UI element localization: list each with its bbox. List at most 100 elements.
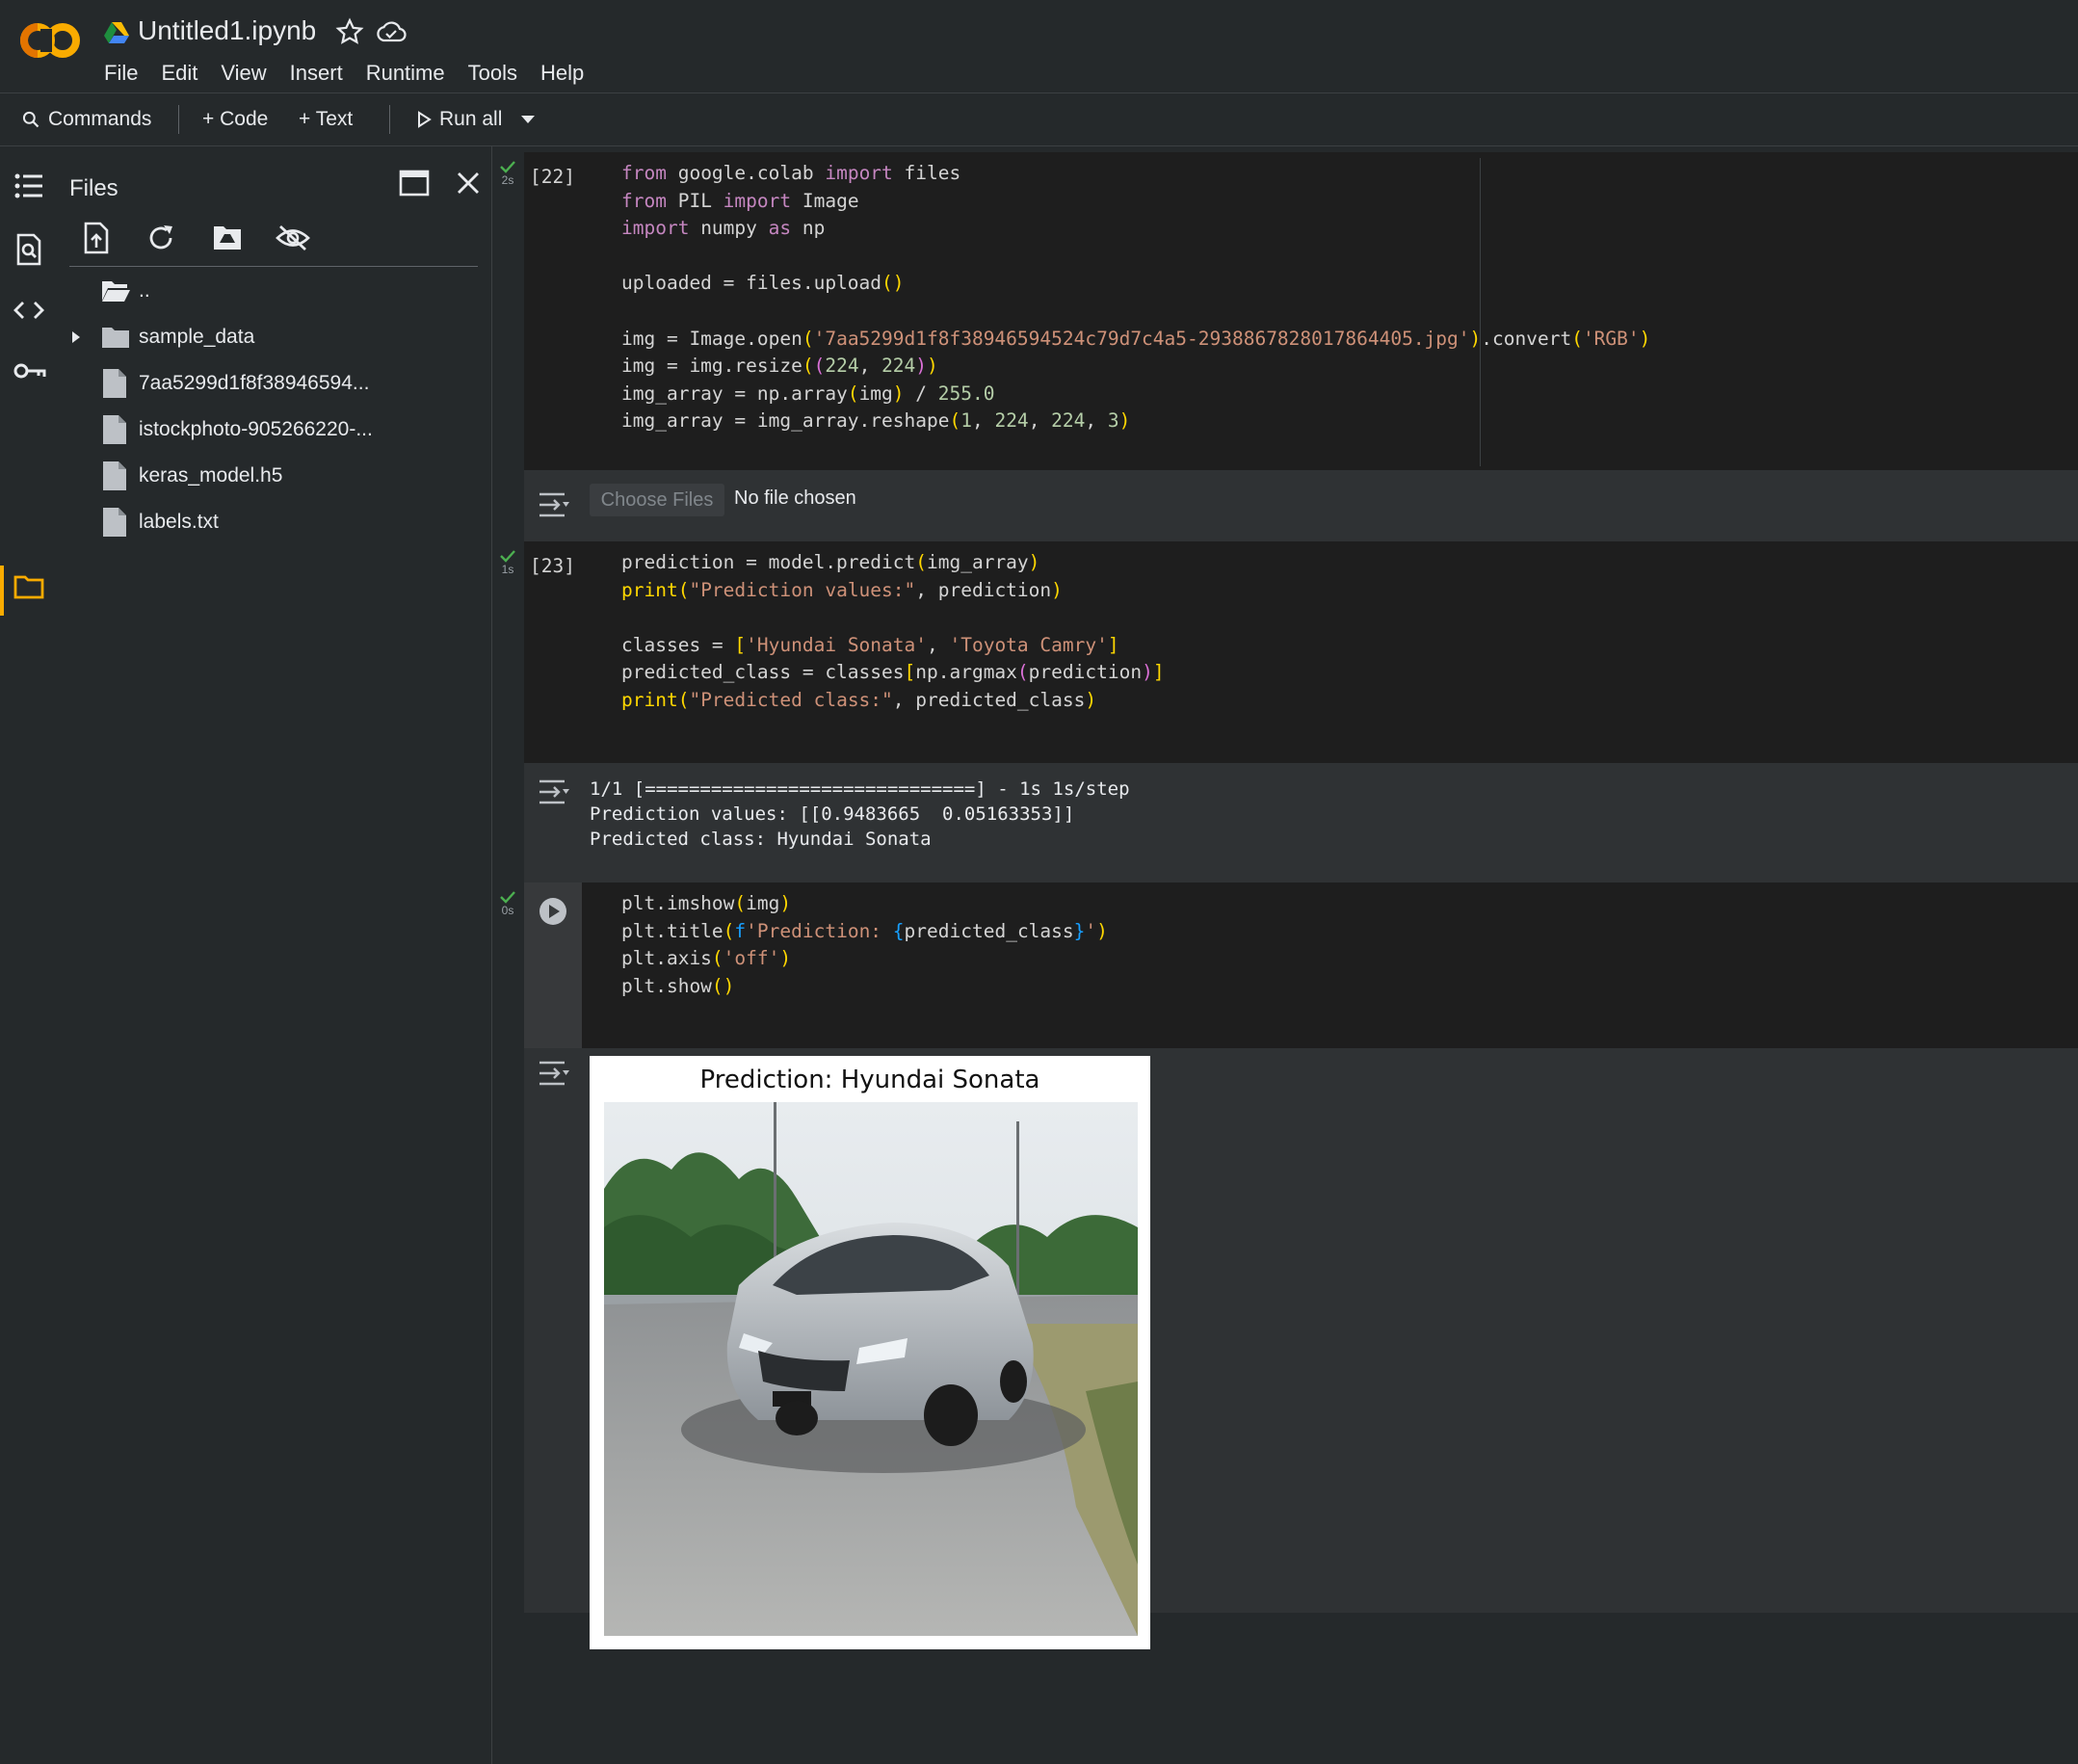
files-divider xyxy=(69,266,478,267)
menu-tools[interactable]: Tools xyxy=(457,60,529,87)
file-icon xyxy=(102,414,127,445)
file-item-sample-data[interactable]: sample_data xyxy=(60,318,484,356)
file-item-label: sample_data xyxy=(139,326,255,348)
open-folder-icon xyxy=(100,279,131,303)
commands-label: Commands xyxy=(48,108,152,130)
commands-button[interactable]: Commands xyxy=(21,93,151,145)
cell-status: 2s xyxy=(493,160,522,187)
check-icon xyxy=(500,891,515,904)
file-item-image[interactable]: 7aa5299d1f8f38946594... xyxy=(60,364,484,403)
stdout-text: 1/1 [==============================] - 1… xyxy=(590,777,1130,852)
side-rail xyxy=(0,146,60,1764)
files-panel-title: Files xyxy=(69,175,118,201)
hide-files-icon[interactable] xyxy=(276,224,310,252)
code-editor[interactable]: from google.colab import files from PIL … xyxy=(621,160,1650,435)
menu-help[interactable]: Help xyxy=(529,60,595,87)
code-cell[interactable]: 1s [23] prediction = model.predict(img_a… xyxy=(500,541,2078,763)
parent-dir-row[interactable]: .. xyxy=(60,272,484,310)
add-code-button[interactable]: + Code xyxy=(202,93,268,145)
file-chosen-status: No file chosen xyxy=(734,487,856,509)
search-icon xyxy=(22,111,39,128)
check-icon xyxy=(500,550,515,563)
exec-time: 2s xyxy=(501,173,514,187)
cloud-saved-icon[interactable] xyxy=(376,19,407,44)
notebook-title[interactable]: Untitled1.ipynb xyxy=(138,15,316,46)
code-snippets-icon[interactable] xyxy=(13,299,44,322)
refresh-icon[interactable] xyxy=(146,224,175,252)
exec-count: [22] xyxy=(530,166,575,188)
notebook: 2s [22] from google.colab import files f… xyxy=(493,146,2078,1764)
file-item-label: labels.txt xyxy=(139,511,219,533)
output-toggle-icon[interactable] xyxy=(538,778,570,805)
colab-logo[interactable] xyxy=(19,21,81,60)
choose-files-button[interactable]: Choose Files xyxy=(590,484,724,516)
file-item-label: istockphoto-905266220-... xyxy=(139,418,373,440)
exec-time: 0s xyxy=(501,904,514,917)
stdout-line: Predicted class: Hyundai Sonata xyxy=(590,829,932,850)
secrets-key-icon[interactable] xyxy=(13,360,46,382)
toolbar: Commands + Code + Text Run all xyxy=(0,93,2078,146)
run-all-label: Run all xyxy=(439,108,503,130)
run-cell-button[interactable] xyxy=(538,896,568,927)
file-icon xyxy=(102,461,127,491)
add-code-label: + Code xyxy=(202,108,269,130)
add-text-label: + Text xyxy=(299,108,354,130)
code-editor[interactable]: prediction = model.predict(img_array) pr… xyxy=(621,549,1165,715)
files-panel: Files .. sample_data 7aa5299d1f8f3894659… xyxy=(60,146,492,1764)
cell-status: 0s xyxy=(493,890,522,917)
caret-down-icon xyxy=(521,116,535,123)
folder-icon xyxy=(100,326,131,349)
menu-file[interactable]: File xyxy=(92,60,149,87)
stdout-line: Prediction values: [[0.9483665 0.0516335… xyxy=(590,803,1075,825)
ruler-line xyxy=(1480,158,1481,466)
upload-icon[interactable] xyxy=(83,222,110,254)
mount-drive-icon[interactable] xyxy=(212,224,243,252)
plot-figure: Prediction: Hyundai Sonata xyxy=(590,1056,1150,1649)
drive-icon xyxy=(104,21,129,44)
toolbar-divider xyxy=(178,105,179,134)
toolbar-divider xyxy=(389,105,390,134)
run-all-button[interactable]: Run all xyxy=(416,93,502,145)
code-cell[interactable]: 0s plt.imshow(img) plt.title(f'Predictio… xyxy=(500,882,2078,1048)
code-cell[interactable]: 2s [22] from google.colab import files f… xyxy=(500,152,2078,470)
file-item-labels[interactable]: labels.txt xyxy=(60,503,484,541)
play-icon xyxy=(418,111,432,128)
expand-arrow-icon[interactable] xyxy=(69,329,83,345)
car-image xyxy=(604,1102,1138,1636)
cell-output: Choose Files No file chosen xyxy=(524,470,2078,541)
star-icon[interactable] xyxy=(335,17,364,46)
file-item-istockphoto[interactable]: istockphoto-905266220-... xyxy=(60,410,484,449)
menu-insert[interactable]: Insert xyxy=(278,60,355,87)
run-all-dropdown[interactable] xyxy=(520,93,536,145)
menu-view[interactable]: View xyxy=(209,60,277,87)
file-icon xyxy=(102,507,127,538)
file-icon xyxy=(102,368,127,399)
menu-runtime[interactable]: Runtime xyxy=(355,60,457,87)
stdout-line: 1/1 [==============================] - 1… xyxy=(590,778,1130,800)
table-of-contents-icon[interactable] xyxy=(13,171,44,200)
file-item-label: keras_model.h5 xyxy=(139,464,283,487)
active-indicator xyxy=(0,566,4,616)
plot-title: Prediction: Hyundai Sonata xyxy=(699,1066,1040,1094)
run-cell-gutter xyxy=(524,882,582,1048)
parent-dir-label: .. xyxy=(139,279,150,302)
cell-output: Prediction: Hyundai Sonata xyxy=(524,1048,2078,1649)
cell-status: 1s xyxy=(493,549,522,576)
play-circle-icon xyxy=(539,898,566,925)
find-replace-icon[interactable] xyxy=(13,233,44,266)
check-icon xyxy=(500,161,515,173)
exec-time: 1s xyxy=(501,563,514,576)
menu-bar: File Edit View Insert Runtime Tools Help xyxy=(92,60,595,87)
close-icon[interactable] xyxy=(455,170,482,197)
open-in-tab-icon[interactable] xyxy=(399,170,430,197)
file-item-keras-model[interactable]: keras_model.h5 xyxy=(60,457,484,495)
output-toggle-icon[interactable] xyxy=(538,1060,570,1087)
code-editor[interactable]: plt.imshow(img) plt.title(f'Prediction: … xyxy=(621,890,1108,1000)
folder-icon[interactable] xyxy=(13,574,44,599)
cell-output: 1/1 [==============================] - 1… xyxy=(524,763,2078,882)
add-text-button[interactable]: + Text xyxy=(299,93,353,145)
output-toggle-icon[interactable] xyxy=(538,491,570,518)
menu-edit[interactable]: Edit xyxy=(149,60,209,87)
file-item-label: 7aa5299d1f8f38946594... xyxy=(139,372,370,394)
exec-count: [23] xyxy=(530,555,575,577)
